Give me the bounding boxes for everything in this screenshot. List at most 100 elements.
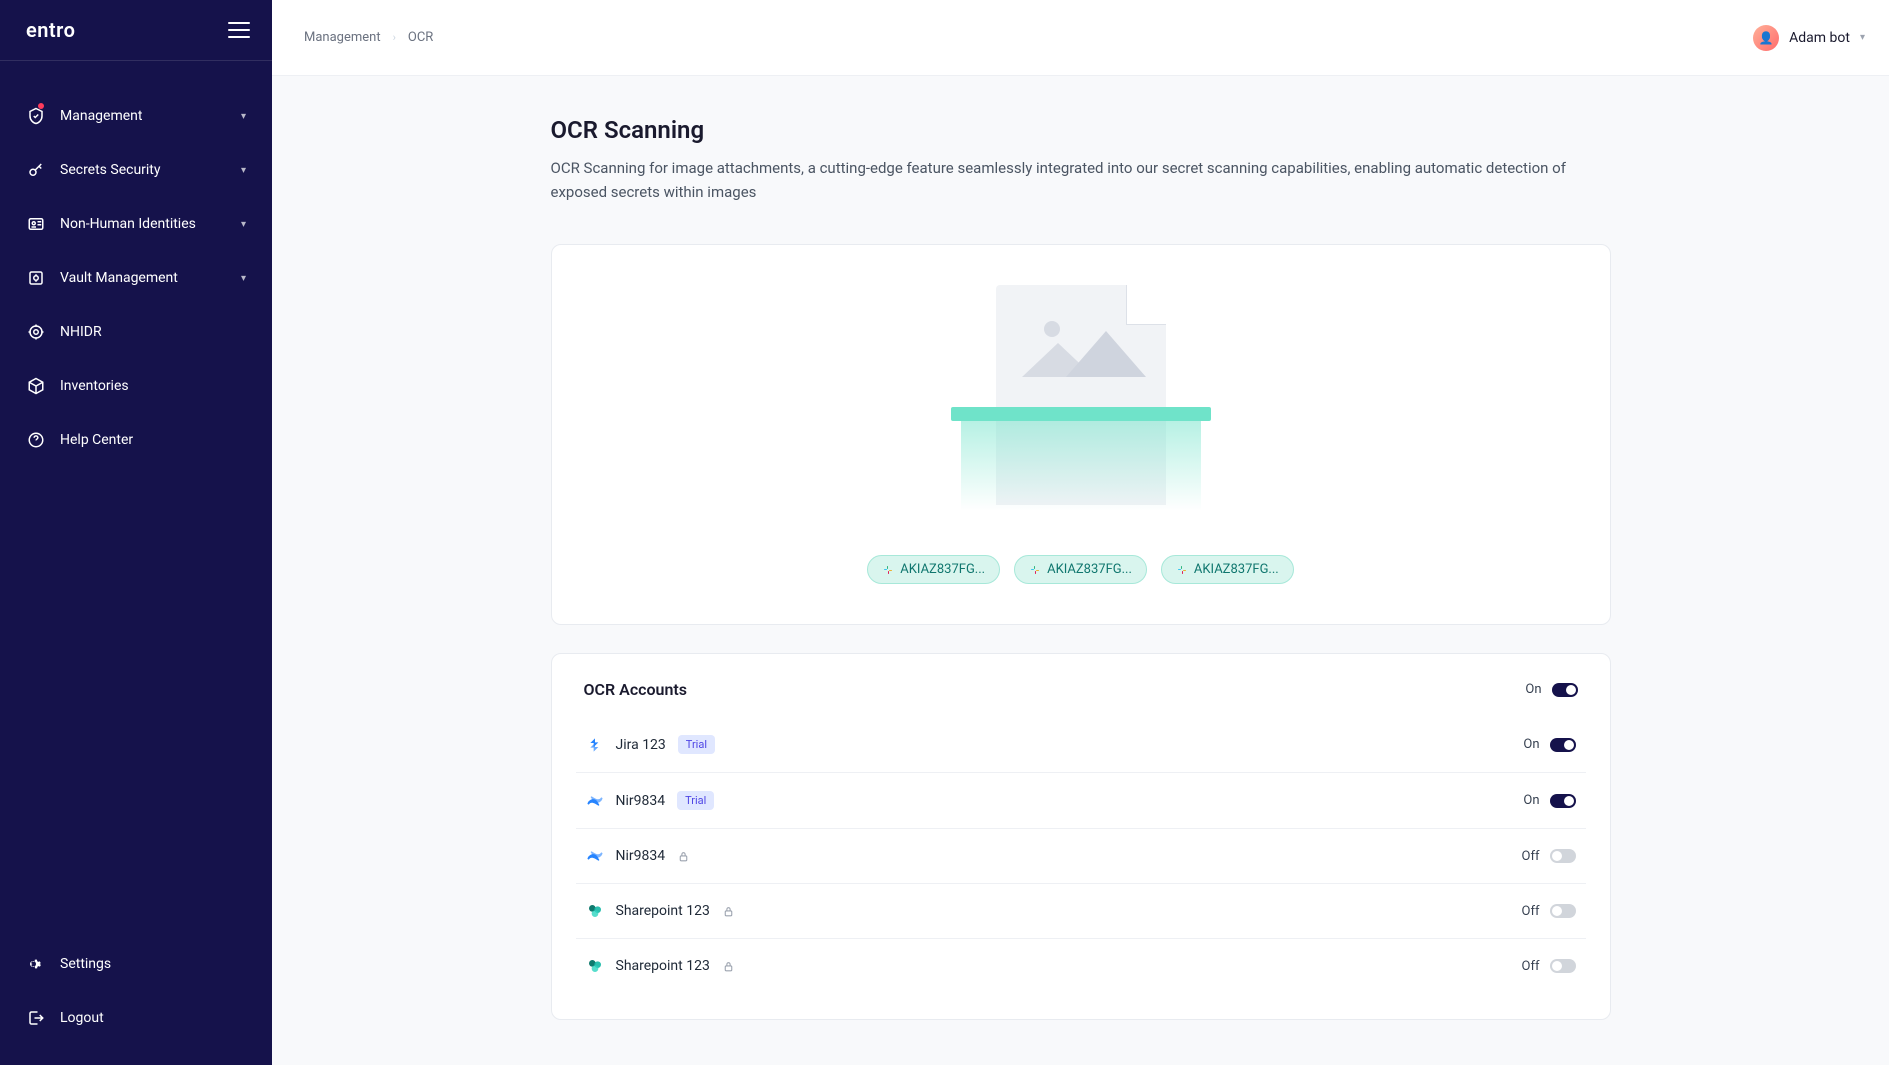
help-icon xyxy=(26,430,46,450)
master-toggle-label: On xyxy=(1525,682,1541,697)
shield-icon xyxy=(26,106,46,126)
sidebar-item-secrets-security[interactable]: Secrets Security ▾ xyxy=(0,143,272,197)
trial-badge: Trial xyxy=(678,735,715,754)
sidebar-item-vault-management[interactable]: Vault Management ▾ xyxy=(0,251,272,305)
page-title: OCR Scanning xyxy=(551,116,1611,144)
key-icon xyxy=(26,160,46,180)
account-toggle-wrap: On xyxy=(1523,793,1575,808)
jira-icon xyxy=(586,736,604,754)
sharepoint-icon xyxy=(586,902,604,920)
chevron-down-icon: ▾ xyxy=(241,111,246,122)
id-icon xyxy=(26,214,46,234)
chip-label: AKIAZ837FG... xyxy=(900,562,985,577)
account-toggle[interactable] xyxy=(1550,904,1576,918)
account-toggle[interactable] xyxy=(1550,959,1576,973)
main-nav: Management▾Secrets Security▾Non-Human Id… xyxy=(0,61,272,937)
chevron-down-icon: ▾ xyxy=(241,273,246,284)
slack-icon xyxy=(1029,564,1041,576)
nav-label: Secrets Security xyxy=(60,162,227,178)
vault-icon xyxy=(26,268,46,288)
chevron-down-icon: ▾ xyxy=(241,219,246,230)
sidebar-item-nhidr[interactable]: NHIDR xyxy=(0,305,272,359)
secret-chips: AKIAZ837FG... AKIAZ837FG... AKIAZ837FG... xyxy=(867,555,1293,584)
sidebar-item-inventories[interactable]: Inventories xyxy=(0,359,272,413)
lock-icon xyxy=(722,905,735,918)
nav-label: Management xyxy=(60,108,227,124)
account-toggle-label: Off xyxy=(1522,849,1540,864)
account-toggle[interactable] xyxy=(1550,849,1576,863)
account-name: Sharepoint 123 xyxy=(616,958,710,974)
box-icon xyxy=(26,376,46,396)
nav-label: Inventories xyxy=(60,378,246,394)
sidebar-item-logout[interactable]: Logout xyxy=(0,991,272,1045)
account-toggle-wrap: Off xyxy=(1522,904,1576,919)
illustration-card: AKIAZ837FG... AKIAZ837FG... AKIAZ837FG... xyxy=(551,244,1611,625)
account-name: Jira 123 xyxy=(616,737,666,753)
user-menu[interactable]: 👤 Adam bot ▾ xyxy=(1753,25,1865,51)
lock-icon xyxy=(677,850,690,863)
nav-label: Logout xyxy=(60,1010,246,1026)
master-toggle-wrap: On xyxy=(1525,682,1577,697)
account-toggle-label: Off xyxy=(1522,904,1540,919)
chip-label: AKIAZ837FG... xyxy=(1047,562,1132,577)
account-row: Jira 123 Trial On xyxy=(576,717,1586,773)
account-toggle-label: On xyxy=(1523,793,1539,808)
gear-icon xyxy=(26,954,46,974)
slack-icon xyxy=(1176,564,1188,576)
accounts-card: OCR Accounts On Jira 123 Trial On Nir9834 Tr… xyxy=(551,653,1611,1020)
sidebar-item-help-center[interactable]: Help Center xyxy=(0,413,272,467)
account-name: Sharepoint 123 xyxy=(616,903,710,919)
sidebar-item-non-human-identities[interactable]: Non-Human Identities ▾ xyxy=(0,197,272,251)
sidebar-item-settings[interactable]: Settings xyxy=(0,937,272,991)
accounts-title: OCR Accounts xyxy=(584,680,688,699)
account-row: Sharepoint 123 Off xyxy=(576,884,1586,939)
secret-chip: AKIAZ837FG... xyxy=(867,555,1000,584)
notification-dot-icon xyxy=(38,103,44,109)
account-name: Nir9834 xyxy=(616,848,666,864)
secret-chip: AKIAZ837FG... xyxy=(1161,555,1294,584)
account-toggle[interactable] xyxy=(1550,738,1576,752)
account-toggle-wrap: Off xyxy=(1522,849,1576,864)
menu-toggle-icon[interactable] xyxy=(228,22,250,38)
scanner-illustration xyxy=(951,285,1211,525)
chip-label: AKIAZ837FG... xyxy=(1194,562,1279,577)
nav-bottom: Settings Logout xyxy=(0,937,272,1065)
slack-icon xyxy=(882,564,894,576)
confluence-icon xyxy=(586,792,604,810)
confluence-icon xyxy=(586,847,604,865)
nav-label: Non-Human Identities xyxy=(60,216,227,232)
breadcrumb: Management › OCR xyxy=(304,30,433,45)
avatar: 👤 xyxy=(1753,25,1779,51)
account-row: Nir9834 Off xyxy=(576,829,1586,884)
page-description: OCR Scanning for image attachments, a cu… xyxy=(551,156,1611,204)
trial-badge: Trial xyxy=(677,791,714,810)
brand-logo: entro xyxy=(26,18,75,42)
nav-label: Help Center xyxy=(60,432,246,448)
breadcrumb-root[interactable]: Management xyxy=(304,30,381,45)
nav-label: NHIDR xyxy=(60,324,246,340)
nav-label: Vault Management xyxy=(60,270,227,286)
account-toggle-label: Off xyxy=(1522,959,1540,974)
chevron-right-icon: › xyxy=(393,31,396,44)
chevron-down-icon: ▾ xyxy=(1860,32,1865,43)
target-icon xyxy=(26,322,46,342)
account-toggle[interactable] xyxy=(1550,794,1576,808)
user-name: Adam bot xyxy=(1789,30,1850,46)
master-toggle[interactable] xyxy=(1552,683,1578,697)
main-area: Management › OCR 👤 Adam bot ▾ OCR Scanni… xyxy=(272,0,1889,1065)
chevron-down-icon: ▾ xyxy=(241,165,246,176)
nav-label: Settings xyxy=(60,956,246,972)
sidebar-item-management[interactable]: Management ▾ xyxy=(0,89,272,143)
account-toggle-wrap: Off xyxy=(1522,959,1576,974)
account-name: Nir9834 xyxy=(616,793,666,809)
content: OCR Scanning OCR Scanning for image atta… xyxy=(272,76,1889,1065)
lock-icon xyxy=(722,960,735,973)
account-row: Nir9834 Trial On xyxy=(576,773,1586,829)
secret-chip: AKIAZ837FG... xyxy=(1014,555,1147,584)
logout-icon xyxy=(26,1008,46,1028)
account-toggle-wrap: On xyxy=(1523,737,1575,752)
sharepoint-icon xyxy=(586,957,604,975)
topbar: Management › OCR 👤 Adam bot ▾ xyxy=(272,0,1889,76)
sidebar-header: entro xyxy=(0,0,272,61)
breadcrumb-current[interactable]: OCR xyxy=(408,30,433,45)
